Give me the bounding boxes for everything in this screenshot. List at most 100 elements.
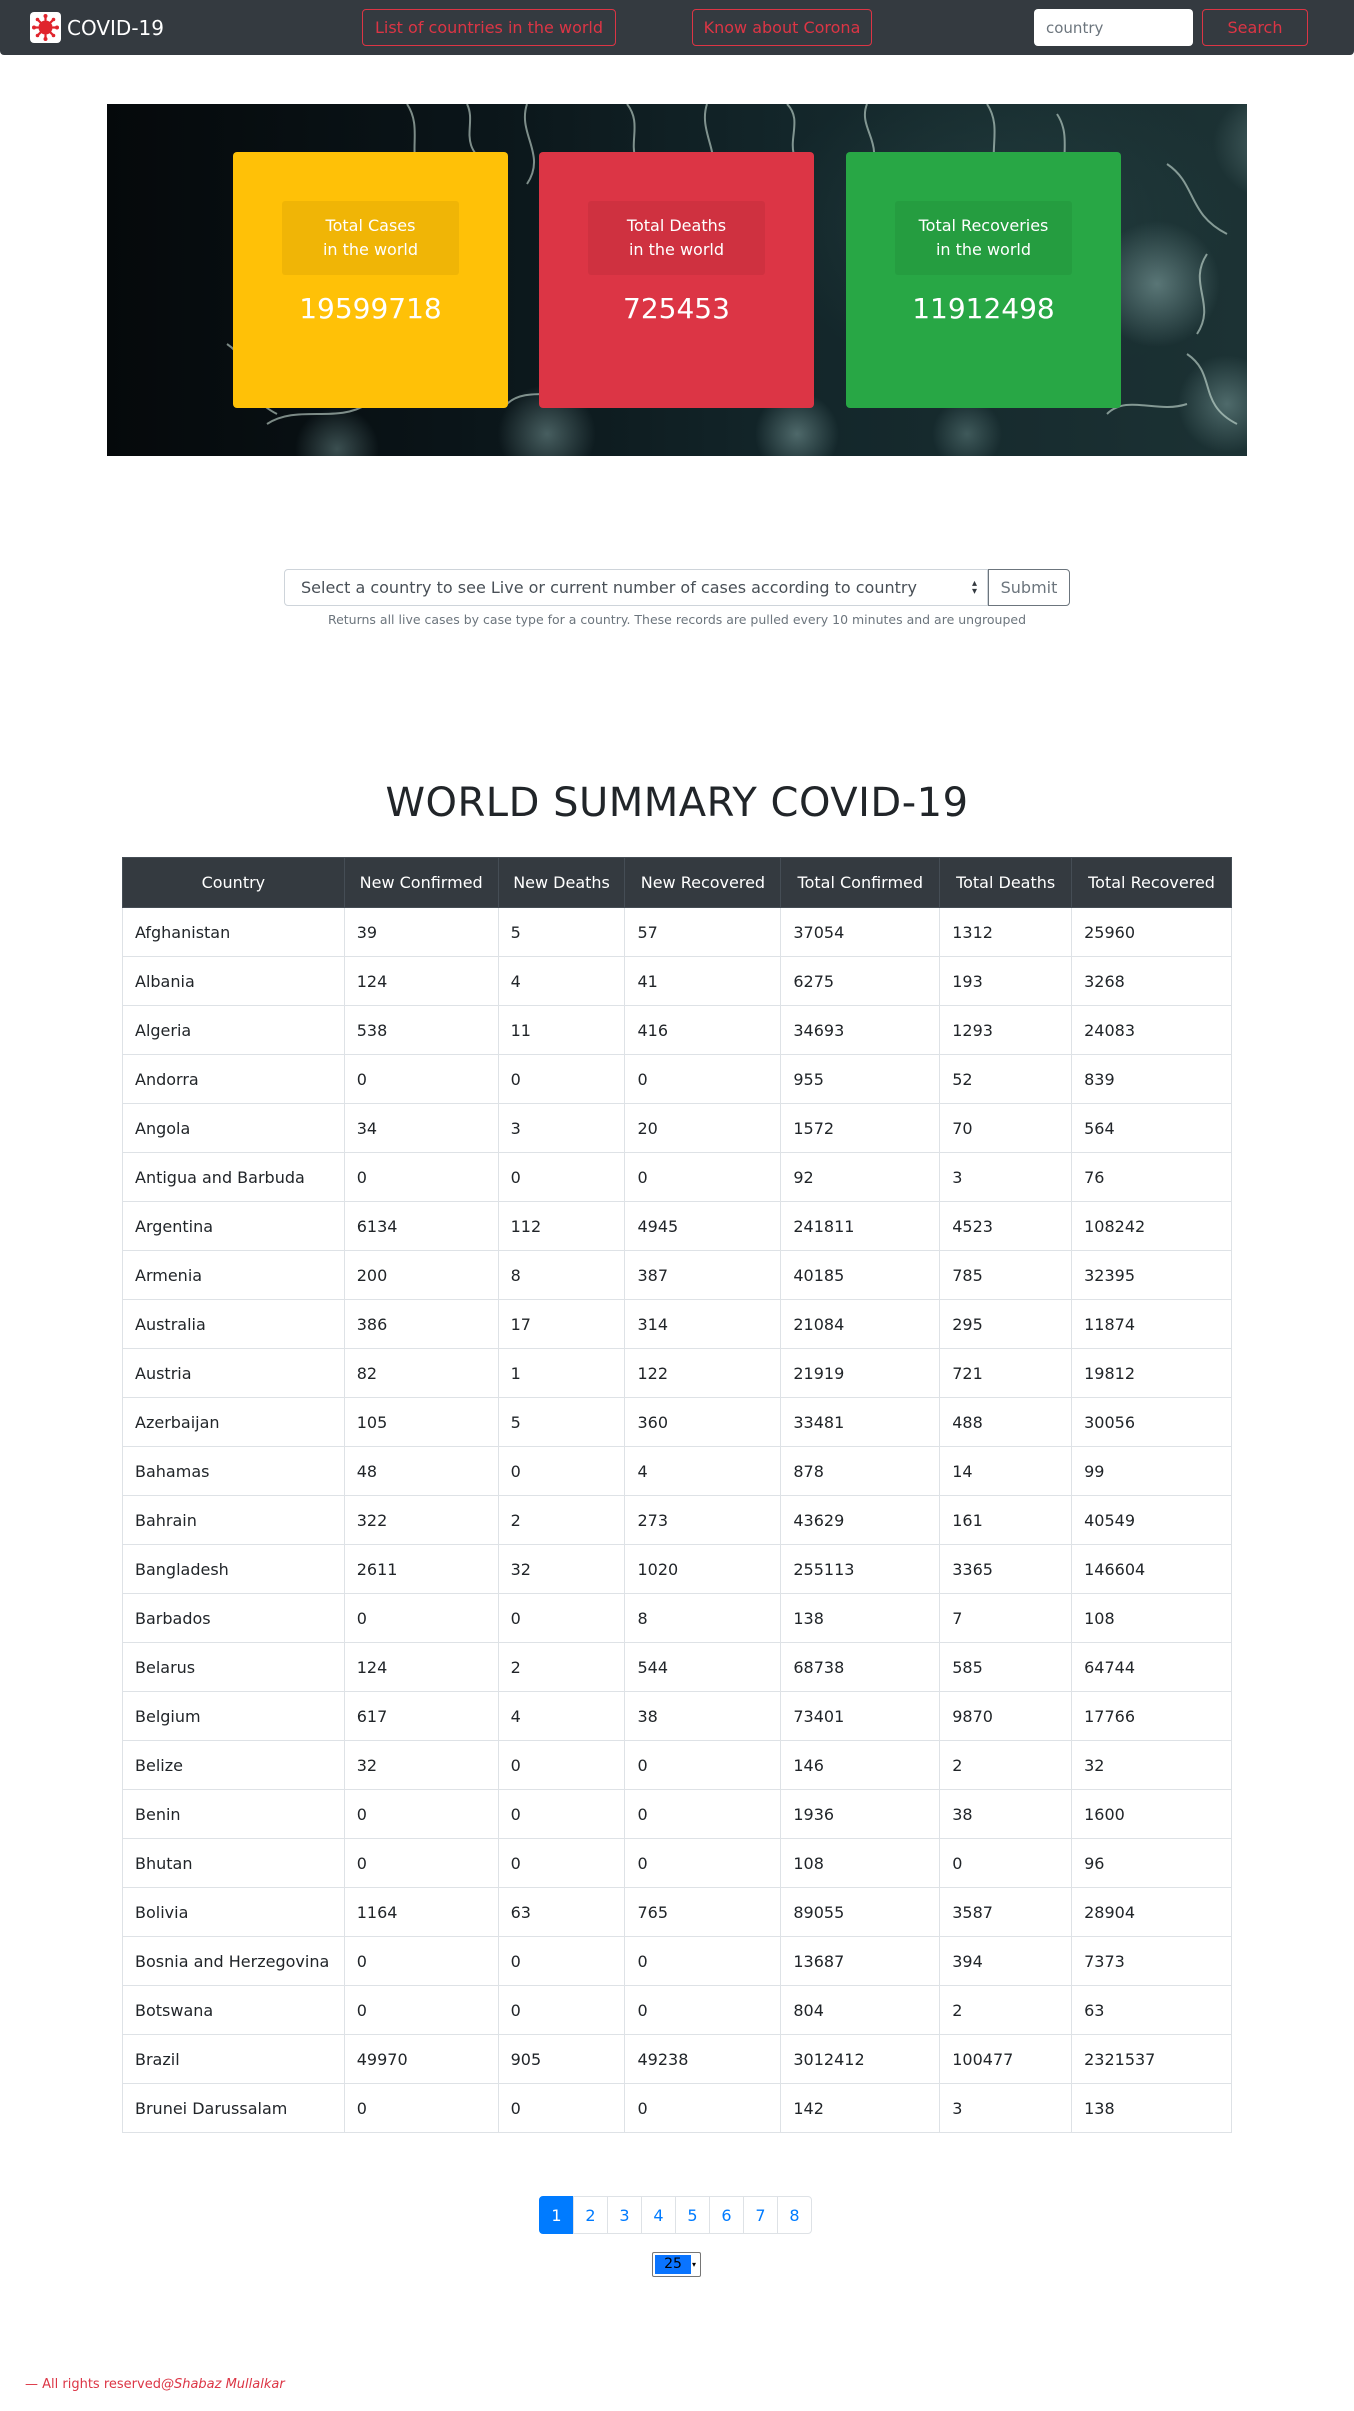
total-deaths-label: Total Deaths in the world: [588, 201, 765, 275]
cell-country: Bolivia: [122, 1887, 345, 1937]
cell-total-deaths: 9870: [939, 1691, 1073, 1741]
total-deaths-label-line2: in the world: [628, 240, 725, 259]
total-recoveries-card: Total Recoveries in the world 11912498: [846, 152, 1121, 408]
page-link-2[interactable]: 2: [573, 2196, 608, 2234]
cell-new-recovered: 765: [624, 1887, 782, 1937]
cell-new-recovered: 8: [624, 1593, 782, 1643]
table-row: Afghanistan 39 5 57 37054 1312 25960: [122, 907, 1232, 957]
page-link-3[interactable]: 3: [607, 2196, 642, 2234]
country-select[interactable]: Select a country to see Live or current …: [284, 569, 988, 606]
page-link-4[interactable]: 4: [641, 2196, 676, 2234]
cell-total-deaths: 3365: [939, 1544, 1073, 1594]
cell-country: Bangladesh: [122, 1544, 345, 1594]
cell-new-recovered: 416: [624, 1005, 782, 1055]
cell-new-deaths: 17: [497, 1299, 626, 1349]
cell-country: Andorra: [122, 1054, 345, 1104]
cell-new-recovered: 4945: [624, 1201, 782, 1251]
table-row: Benin 0 0 0 1936 38 1600: [122, 1789, 1232, 1839]
cell-country: Belize: [122, 1740, 345, 1790]
cell-country: Bosnia and Herzegovina: [122, 1936, 345, 1986]
page-link-7[interactable]: 7: [743, 2196, 778, 2234]
cell-total-recovered: 99: [1071, 1446, 1232, 1496]
table-row: Barbados 0 0 8 138 7 108: [122, 1593, 1232, 1643]
page-link-6[interactable]: 6: [709, 2196, 744, 2234]
country-search-input[interactable]: [1034, 9, 1193, 46]
cell-new-recovered: 0: [624, 1054, 782, 1104]
cell-new-confirmed: 39: [343, 907, 499, 957]
cell-new-deaths: 4: [497, 956, 626, 1006]
column-header-total-deaths[interactable]: Total Deaths: [939, 857, 1073, 908]
total-cases-label-line1: Total Cases: [325, 216, 416, 235]
cell-new-confirmed: 2611: [343, 1544, 499, 1594]
page-link-8[interactable]: 8: [777, 2196, 812, 2234]
cell-total-deaths: 3: [939, 2083, 1073, 2133]
cell-new-deaths: 0: [497, 1152, 626, 1202]
brand[interactable]: COVID-19: [30, 12, 164, 43]
page-link-1[interactable]: 1: [539, 2196, 574, 2234]
cell-country: Barbados: [122, 1593, 345, 1643]
table-row: Bhutan 0 0 0 108 0 96: [122, 1838, 1232, 1888]
cell-total-recovered: 28904: [1071, 1887, 1232, 1937]
virus-logo-icon: [30, 12, 61, 43]
cell-new-confirmed: 34: [343, 1103, 499, 1153]
cell-new-deaths: 0: [497, 1740, 626, 1790]
column-header-country[interactable]: Country: [122, 857, 345, 908]
cell-new-confirmed: 49970: [343, 2034, 499, 2084]
know-about-corona-button[interactable]: Know about Corona: [692, 9, 872, 46]
table-row: Bahrain 322 2 273 43629 161 40549: [122, 1495, 1232, 1545]
column-header-total-confirmed[interactable]: Total Confirmed: [780, 857, 941, 908]
page-link-5[interactable]: 5: [675, 2196, 710, 2234]
cell-new-deaths: 5: [497, 1397, 626, 1447]
cell-new-recovered: 273: [624, 1495, 782, 1545]
cell-new-recovered: 0: [624, 2083, 782, 2133]
total-recoveries-label: Total Recoveries in the world: [895, 201, 1072, 275]
cell-total-deaths: 3: [939, 1152, 1073, 1202]
cell-new-confirmed: 0: [343, 1789, 499, 1839]
cell-new-deaths: 0: [497, 1936, 626, 1986]
cell-total-deaths: 38: [939, 1789, 1073, 1839]
cell-total-deaths: 161: [939, 1495, 1073, 1545]
cell-total-recovered: 7373: [1071, 1936, 1232, 1986]
cell-new-confirmed: 0: [343, 1985, 499, 2035]
page-size-value: 25: [655, 2255, 691, 2274]
cell-country: Algeria: [122, 1005, 345, 1055]
cell-total-recovered: 1600: [1071, 1789, 1232, 1839]
page-title: WORLD SUMMARY COVID-19: [385, 780, 969, 826]
cell-country: Azerbaijan: [122, 1397, 345, 1447]
dropdown-arrow-icon: ▾: [691, 2260, 696, 2269]
cell-total-deaths: 0: [939, 1838, 1073, 1888]
total-deaths-card: Total Deaths in the world 725453: [539, 152, 814, 408]
column-header-new-recovered[interactable]: New Recovered: [624, 857, 782, 908]
cell-total-deaths: 721: [939, 1348, 1073, 1398]
total-recoveries-label-line1: Total Recoveries: [918, 216, 1049, 235]
cell-total-recovered: 138: [1071, 2083, 1232, 2133]
cell-total-deaths: 70: [939, 1103, 1073, 1153]
cell-new-recovered: 41: [624, 956, 782, 1006]
column-header-total-recovered[interactable]: Total Recovered: [1071, 857, 1232, 908]
total-cases-card: Total Cases in the world 19599718: [233, 152, 508, 408]
column-header-new-deaths[interactable]: New Deaths: [497, 857, 626, 908]
total-cases-label: Total Cases in the world: [282, 201, 459, 275]
cell-total-deaths: 488: [939, 1397, 1073, 1447]
submit-button[interactable]: Submit: [988, 569, 1070, 606]
search-button[interactable]: Search: [1202, 9, 1308, 46]
cell-total-recovered: 3268: [1071, 956, 1232, 1006]
cell-country: Belgium: [122, 1691, 345, 1741]
table-row: Azerbaijan 105 5 360 33481 488 30056: [122, 1397, 1232, 1447]
table-row: Armenia 200 8 387 40185 785 32395: [122, 1250, 1232, 1300]
cell-total-deaths: 394: [939, 1936, 1073, 1986]
cell-country: Afghanistan: [122, 907, 345, 957]
cell-new-confirmed: 0: [343, 1593, 499, 1643]
cell-new-deaths: 11: [497, 1005, 626, 1055]
cell-new-confirmed: 48: [343, 1446, 499, 1496]
cell-new-deaths: 0: [497, 1789, 626, 1839]
cell-new-deaths: 0: [497, 1593, 626, 1643]
page-size-select[interactable]: 25 ▾: [652, 2252, 701, 2277]
column-header-new-confirmed[interactable]: New Confirmed: [343, 857, 499, 908]
list-countries-button[interactable]: List of countries in the world: [362, 9, 616, 46]
cell-total-recovered: 32: [1071, 1740, 1232, 1790]
table-row: Andorra 0 0 0 955 52 839: [122, 1054, 1232, 1104]
cell-total-recovered: 30056: [1071, 1397, 1232, 1447]
cell-new-confirmed: 386: [343, 1299, 499, 1349]
cell-total-recovered: 108: [1071, 1593, 1232, 1643]
